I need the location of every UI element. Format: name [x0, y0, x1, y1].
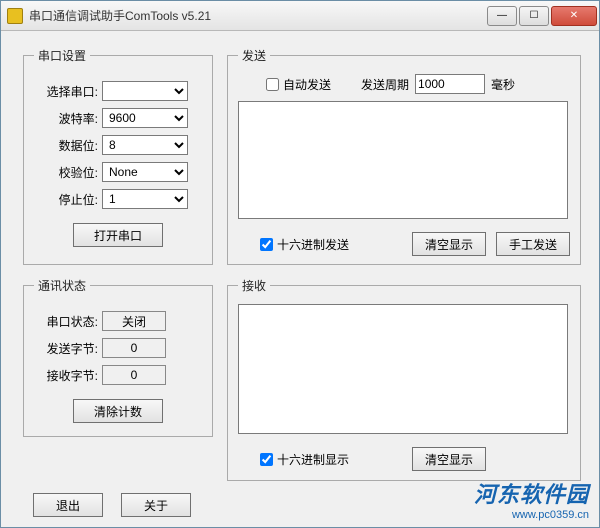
period-label: 发送周期	[361, 76, 409, 93]
clear-send-button[interactable]: 清空显示	[412, 232, 486, 256]
recv-legend: 接收	[238, 277, 270, 294]
hex-recv-label: 十六进制显示	[277, 451, 349, 468]
period-input[interactable]	[415, 74, 485, 94]
auto-send-label: 自动发送	[283, 76, 331, 93]
client-area: 串口设置 选择串口: 波特率: 9600 数据位: 8 校验位: None 停止…	[1, 31, 599, 527]
period-unit: 毫秒	[491, 76, 515, 93]
rx-bytes-value: 0	[102, 365, 166, 385]
comm-status-group: 通讯状态 串口状态: 关闭 发送字节: 0 接收字节: 0 清除计数	[23, 277, 213, 437]
watermark-url: www.pc0359.cn	[474, 509, 589, 521]
send-legend: 发送	[238, 47, 270, 64]
tx-bytes-label: 发送字节:	[34, 340, 98, 357]
app-icon	[7, 8, 23, 24]
comm-status-legend: 通讯状态	[34, 277, 90, 294]
titlebar: 串口通信调试助手ComTools v5.21 — ☐ ✕	[1, 1, 599, 31]
close-button[interactable]: ✕	[551, 6, 597, 26]
port-settings-legend: 串口设置	[34, 47, 90, 64]
recv-group: 接收 十六进制显示 清空显示	[227, 277, 581, 481]
rx-bytes-label: 接收字节:	[34, 367, 98, 384]
recv-textarea[interactable]	[238, 304, 568, 434]
stopbits-dropdown[interactable]: 1	[102, 189, 188, 209]
baud-label: 波特率:	[34, 110, 98, 127]
databits-dropdown[interactable]: 8	[102, 135, 188, 155]
send-textarea[interactable]	[238, 101, 568, 219]
watermark-brand: 河东软件园	[474, 477, 589, 509]
hex-recv-checkbox[interactable]	[260, 453, 273, 466]
parity-dropdown[interactable]: None	[102, 162, 188, 182]
port-state-label: 串口状态:	[34, 313, 98, 330]
about-button[interactable]: 关于	[121, 493, 191, 517]
clear-count-button[interactable]: 清除计数	[73, 399, 163, 423]
port-state-value: 关闭	[102, 311, 166, 331]
tx-bytes-value: 0	[102, 338, 166, 358]
app-window: 串口通信调试助手ComTools v5.21 — ☐ ✕ 串口设置 选择串口: …	[0, 0, 600, 528]
port-settings-group: 串口设置 选择串口: 波特率: 9600 数据位: 8 校验位: None 停止…	[23, 47, 213, 265]
baud-dropdown[interactable]: 9600	[102, 108, 188, 128]
exit-button[interactable]: 退出	[33, 493, 103, 517]
watermark: 河东软件园 www.pc0359.cn	[474, 477, 589, 521]
open-port-button[interactable]: 打开串口	[73, 223, 163, 247]
manual-send-button[interactable]: 手工发送	[496, 232, 570, 256]
maximize-button[interactable]: ☐	[519, 6, 549, 26]
window-title: 串口通信调试助手ComTools v5.21	[29, 7, 487, 24]
hex-send-label: 十六进制发送	[277, 236, 349, 253]
minimize-button[interactable]: —	[487, 6, 517, 26]
parity-label: 校验位:	[34, 164, 98, 181]
select-port-label: 选择串口:	[34, 83, 98, 100]
auto-send-checkbox[interactable]	[266, 78, 279, 91]
hex-send-checkbox[interactable]	[260, 238, 273, 251]
stopbits-label: 停止位:	[34, 191, 98, 208]
databits-label: 数据位:	[34, 137, 98, 154]
send-group: 发送 自动发送 发送周期 毫秒 十六进制发送 清空显示 手工发送	[227, 47, 581, 265]
clear-recv-button[interactable]: 清空显示	[412, 447, 486, 471]
select-port-dropdown[interactable]	[102, 81, 188, 101]
